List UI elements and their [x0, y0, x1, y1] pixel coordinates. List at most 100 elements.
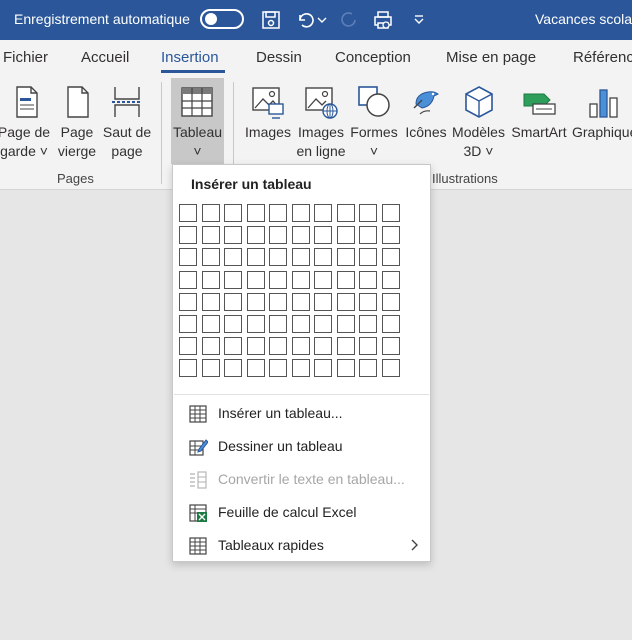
grid-cell[interactable]	[269, 204, 287, 222]
grid-cell[interactable]	[269, 270, 287, 289]
grid-cell[interactable]	[179, 292, 197, 311]
tab-mise-en-page[interactable]: Mise en page	[446, 49, 536, 66]
menu-draw-table[interactable]: Dessiner un tableau	[174, 431, 429, 461]
grid-cell[interactable]	[246, 337, 265, 356]
grid-cell[interactable]	[224, 315, 242, 333]
grid-cell[interactable]	[291, 292, 310, 311]
menu-excel-sheet[interactable]: Feuille de calcul Excel	[174, 497, 429, 527]
models-3d-button[interactable]: Modèles 3D ˅	[451, 76, 506, 166]
grid-cell[interactable]	[381, 204, 400, 222]
grid-cell[interactable]	[224, 204, 242, 222]
grid-cell[interactable]	[314, 337, 332, 356]
customize-toolbar-icon[interactable]	[407, 8, 431, 32]
page-break-button[interactable]: Saut de page	[100, 76, 154, 166]
grid-cell[interactable]	[179, 270, 197, 289]
grid-cell[interactable]	[269, 337, 287, 356]
grid-cell[interactable]	[179, 359, 197, 378]
grid-cell[interactable]	[269, 226, 287, 245]
save-icon[interactable]	[259, 8, 283, 32]
grid-cell[interactable]	[314, 315, 332, 333]
grid-cell[interactable]	[314, 270, 332, 289]
grid-cell[interactable]	[246, 270, 265, 289]
grid-cell[interactable]	[336, 226, 355, 245]
grid-cell[interactable]	[359, 337, 377, 356]
tab-insertion[interactable]: Insertion	[161, 49, 219, 66]
table-button[interactable]: Tableau ˅	[171, 78, 224, 164]
grid-cell[interactable]	[291, 337, 310, 356]
cover-page-button[interactable]: Page de garde ˅	[0, 76, 52, 166]
grid-cell[interactable]	[246, 248, 265, 267]
grid-cell[interactable]	[201, 292, 220, 311]
grid-cell[interactable]	[359, 359, 377, 378]
grid-cell[interactable]	[269, 292, 287, 311]
grid-cell[interactable]	[224, 359, 242, 378]
grid-cell[interactable]	[314, 248, 332, 267]
grid-cell[interactable]	[381, 248, 400, 267]
tab-conception[interactable]: Conception	[335, 49, 411, 66]
grid-cell[interactable]	[291, 204, 310, 222]
icons-button[interactable]: Icônes	[403, 76, 449, 166]
grid-cell[interactable]	[381, 315, 400, 333]
grid-cell[interactable]	[381, 359, 400, 378]
grid-cell[interactable]	[314, 226, 332, 245]
grid-cell[interactable]	[179, 337, 197, 356]
table-size-grid[interactable]	[179, 204, 401, 380]
grid-cell[interactable]	[246, 315, 265, 333]
grid-cell[interactable]	[179, 226, 197, 245]
undo-icon[interactable]	[293, 8, 317, 32]
grid-cell[interactable]	[291, 315, 310, 333]
tab-accueil[interactable]: Accueil	[81, 49, 129, 66]
grid-cell[interactable]	[359, 315, 377, 333]
images-button[interactable]: Images	[243, 76, 293, 166]
grid-cell[interactable]	[246, 204, 265, 222]
tab-references[interactable]: Référenc	[573, 49, 632, 66]
grid-cell[interactable]	[224, 292, 242, 311]
grid-cell[interactable]	[201, 359, 220, 378]
grid-cell[interactable]	[224, 270, 242, 289]
grid-cell[interactable]	[314, 359, 332, 378]
grid-cell[interactable]	[291, 270, 310, 289]
grid-cell[interactable]	[246, 226, 265, 245]
grid-cell[interactable]	[381, 270, 400, 289]
grid-cell[interactable]	[336, 337, 355, 356]
grid-cell[interactable]	[381, 226, 400, 245]
grid-cell[interactable]	[359, 270, 377, 289]
menu-quick-tables[interactable]: Tableaux rapides	[174, 530, 429, 560]
grid-cell[interactable]	[314, 292, 332, 311]
grid-cell[interactable]	[246, 359, 265, 378]
grid-cell[interactable]	[179, 315, 197, 333]
grid-cell[interactable]	[291, 248, 310, 267]
grid-cell[interactable]	[291, 226, 310, 245]
grid-cell[interactable]	[246, 292, 265, 311]
grid-cell[interactable]	[224, 226, 242, 245]
autosave-toggle[interactable]	[200, 9, 244, 29]
blank-page-button[interactable]: Page vierge	[55, 76, 99, 166]
online-images-button[interactable]: Images en ligne	[295, 76, 347, 166]
smartart-button[interactable]: SmartArt	[510, 76, 568, 166]
grid-cell[interactable]	[201, 204, 220, 222]
grid-cell[interactable]	[381, 292, 400, 311]
grid-cell[interactable]	[269, 248, 287, 267]
grid-cell[interactable]	[359, 292, 377, 311]
grid-cell[interactable]	[336, 270, 355, 289]
grid-cell[interactable]	[224, 337, 242, 356]
grid-cell[interactable]	[314, 204, 332, 222]
grid-cell[interactable]	[201, 226, 220, 245]
undo-dropdown-icon[interactable]	[316, 8, 328, 32]
print-preview-icon[interactable]	[371, 8, 395, 32]
grid-cell[interactable]	[179, 248, 197, 267]
grid-cell[interactable]	[269, 359, 287, 378]
grid-cell[interactable]	[336, 204, 355, 222]
grid-cell[interactable]	[201, 248, 220, 267]
grid-cell[interactable]	[359, 204, 377, 222]
grid-cell[interactable]	[269, 315, 287, 333]
tab-fichier[interactable]: Fichier	[3, 49, 48, 66]
grid-cell[interactable]	[224, 248, 242, 267]
grid-cell[interactable]	[201, 270, 220, 289]
tab-dessin[interactable]: Dessin	[256, 49, 302, 66]
grid-cell[interactable]	[359, 226, 377, 245]
grid-cell[interactable]	[179, 204, 197, 222]
chart-button[interactable]: Graphique	[572, 76, 632, 166]
grid-cell[interactable]	[201, 337, 220, 356]
grid-cell[interactable]	[359, 248, 377, 267]
